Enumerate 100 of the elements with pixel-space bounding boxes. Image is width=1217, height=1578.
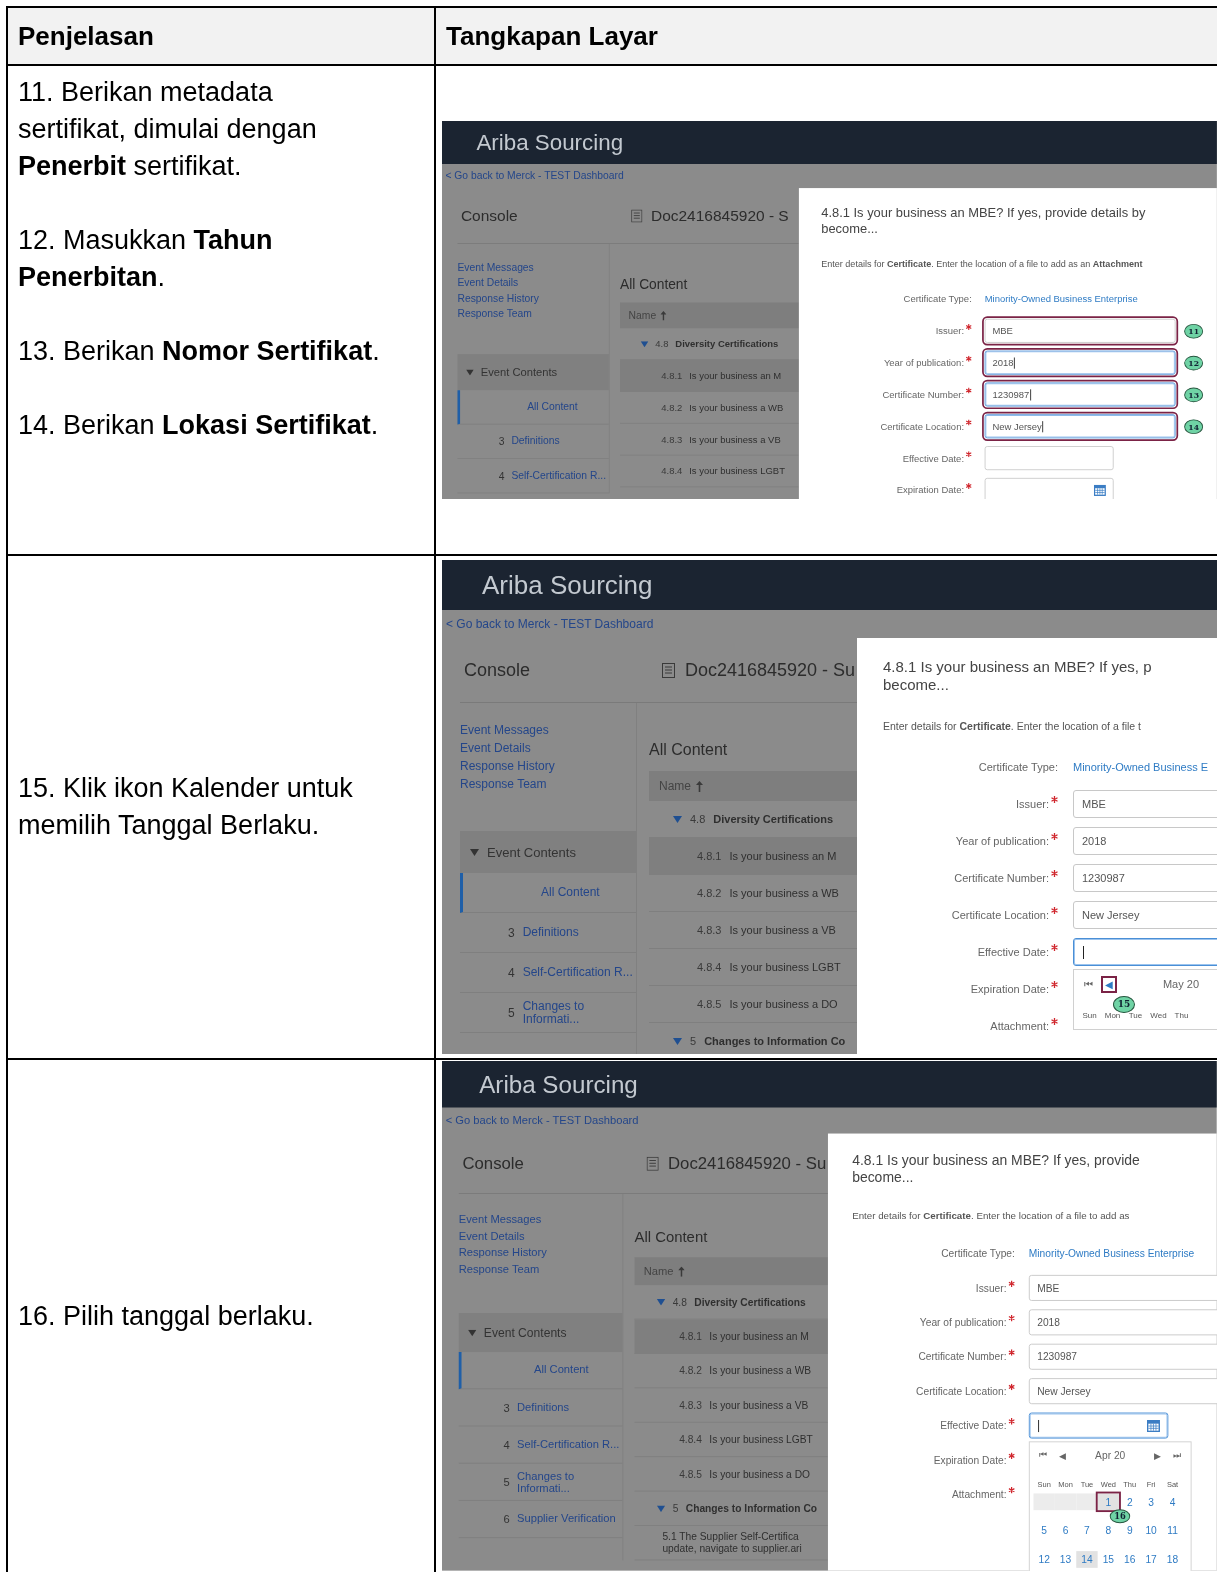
calendar-day[interactable]: 7: [1076, 1522, 1098, 1540]
input-field[interactable]: 1230987: [1073, 864, 1217, 892]
sidebar-link[interactable]: Event Details: [457, 276, 609, 289]
nav-item[interactable]: 3 Definitions: [458, 1389, 623, 1427]
sidebar-link[interactable]: Event Messages: [460, 723, 636, 737]
tree-item-row[interactable]: 4.8.1 Is your business an M: [649, 838, 857, 875]
calendar-day[interactable]: 2: [1119, 1493, 1141, 1511]
event-contents-header[interactable]: Event Contents: [458, 1313, 623, 1353]
nav-item-label[interactable]: Self-Certification R...: [522, 966, 633, 979]
input-field[interactable]: 1230987: [984, 382, 1176, 407]
input-field[interactable]: New Jersey: [1073, 901, 1217, 929]
tree-item-row[interactable]: 4.8.2 Is your business a WB: [634, 1354, 828, 1389]
tree-section-row[interactable]: 4.8 Diversity Certifications: [620, 328, 799, 360]
sidebar-link[interactable]: Event Messages: [458, 1212, 623, 1226]
sidebar-link[interactable]: Event Details: [458, 1229, 623, 1243]
calendar-day[interactable]: 1: [1097, 1493, 1120, 1511]
tree-section-row[interactable]: 4.8 Diversity Certifications: [634, 1285, 828, 1320]
column-header-bar[interactable]: Name: [634, 1257, 828, 1286]
nav-item[interactable]: All Content: [460, 873, 636, 913]
sidebar-link[interactable]: Event Messages: [457, 261, 609, 273]
calendar-day[interactable]: 10: [1140, 1522, 1162, 1540]
nav-item[interactable]: 4 Self-Certification R...: [457, 458, 609, 494]
calendar-day[interactable]: 14: [1076, 1551, 1098, 1569]
calendar-day[interactable]: 16: [1119, 1551, 1141, 1569]
nav-item[interactable]: 4 Self-Certification R...: [458, 1426, 623, 1464]
nav-item-label[interactable]: Definitions: [522, 926, 579, 939]
calendar-day[interactable]: 9: [1119, 1522, 1141, 1540]
column-name[interactable]: Name: [659, 779, 691, 793]
nav-item-label[interactable]: Self-Certification R...: [517, 1438, 620, 1451]
tree-item-row[interactable]: 4.8.3 Is your business a VB: [620, 423, 799, 456]
calendar-day[interactable]: 4: [1161, 1493, 1184, 1511]
calendar-day[interactable]: 12: [1033, 1551, 1055, 1569]
column-name[interactable]: Name: [643, 1264, 674, 1278]
nav-item-label[interactable]: Self-Certification R...: [511, 469, 607, 482]
input-field[interactable]: MBE: [984, 318, 1176, 343]
tree-item-row[interactable]: 4.8.3 Is your business a VB: [634, 1388, 828, 1423]
tree-item-row[interactable]: 4.8.4 Is your business LGBT: [634, 1422, 828, 1458]
input-field[interactable]: 2018: [984, 350, 1176, 375]
input-field[interactable]: 1230987: [1028, 1343, 1217, 1370]
input-field[interactable]: [1073, 938, 1217, 966]
certificate-type-link[interactable]: Minority-Owned Business E: [1073, 761, 1209, 773]
calendar-nav-button[interactable]: ⏮: [1082, 977, 1095, 991]
nav-item-label[interactable]: Definitions: [511, 435, 560, 447]
calendar-nav-button[interactable]: ⏭: [1171, 1449, 1184, 1462]
calendar-nav-button[interactable]: ▶: [1152, 1449, 1164, 1462]
nav-item[interactable]: 3 Definitions: [460, 913, 636, 953]
tree-item-row[interactable]: 5.1 The Supplier Self-Certifica update, navigate to supplier.ari: [634, 1526, 828, 1561]
input-field[interactable]: [984, 477, 1114, 500]
calendar-day[interactable]: 18: [1161, 1551, 1184, 1569]
tree-item-row[interactable]: 4.8.2 Is your business a WB: [620, 391, 799, 424]
calendar-nav-button[interactable]: ◀: [1056, 1449, 1068, 1462]
event-contents-header[interactable]: Event Contents: [460, 831, 636, 873]
sidebar-link[interactable]: Response Team: [457, 307, 609, 320]
calendar-icon[interactable]: [1146, 1419, 1160, 1432]
nav-item[interactable]: All Content: [458, 1352, 623, 1390]
nav-item[interactable]: 4 Self-Certification R...: [460, 953, 636, 993]
nav-item-label[interactable]: All Content: [541, 886, 600, 899]
input-field[interactable]: New Jersey: [1028, 1378, 1217, 1405]
input-field[interactable]: [984, 445, 1114, 470]
back-link[interactable]: < Go back to Merck - TEST Dashboard: [445, 1114, 639, 1128]
calendar-nav-button[interactable]: ◀: [1103, 977, 1115, 991]
calendar-day[interactable]: 5: [1033, 1522, 1055, 1540]
nav-item-label[interactable]: All Content: [534, 1364, 589, 1377]
tree-item-row[interactable]: 4.8.1 Is your business an M: [634, 1319, 828, 1355]
calendar-day[interactable]: 6: [1054, 1522, 1077, 1540]
nav-item-label[interactable]: Changes to Informati...: [517, 1469, 623, 1495]
calendar-day[interactable]: 13: [1054, 1551, 1077, 1569]
sidebar-link[interactable]: Response History: [457, 291, 609, 304]
certificate-type-link[interactable]: Minority-Owned Business Enterprise: [984, 293, 1138, 304]
calendar-icon[interactable]: [1093, 484, 1106, 496]
input-field[interactable]: New Jersey: [984, 414, 1176, 439]
nav-item[interactable]: 3 Definitions: [457, 424, 609, 459]
nav-item-label[interactable]: Supplier Verification: [517, 1513, 616, 1526]
nav-item-label[interactable]: Changes to Informati...: [522, 999, 636, 1026]
input-field[interactable]: 2018: [1073, 827, 1217, 855]
calendar-nav-button[interactable]: ⏮: [1037, 1449, 1050, 1462]
sidebar-link[interactable]: Response Team: [458, 1263, 623, 1276]
input-field[interactable]: [1028, 1412, 1169, 1439]
back-link[interactable]: < Go back to Merck - TEST Dashboard: [445, 169, 624, 182]
nav-item[interactable]: 6 Supplier Verification: [458, 1501, 623, 1539]
tree-item-row[interactable]: 4.8.1 Is your business an M: [620, 359, 799, 392]
tree-item-row[interactable]: 4.8.4 Is your business LGBT: [620, 455, 799, 488]
sidebar-link[interactable]: Response History: [460, 759, 636, 773]
calendar-day[interactable]: 8: [1097, 1522, 1120, 1540]
sidebar-link[interactable]: Response Team: [460, 777, 636, 791]
calendar-day[interactable]: 17: [1140, 1551, 1162, 1569]
column-header-bar[interactable]: Name: [649, 771, 857, 801]
tree-item-row[interactable]: 4.8.5 Is your business a DO: [634, 1457, 828, 1492]
nav-item[interactable]: All Content: [457, 390, 609, 425]
calendar-day[interactable]: 15: [1097, 1551, 1120, 1569]
input-field[interactable]: MBE: [1028, 1275, 1217, 1302]
certificate-type-link[interactable]: Minority-Owned Business Enterprise: [1028, 1248, 1195, 1260]
sidebar-link[interactable]: Event Details: [460, 741, 636, 755]
sidebar-link[interactable]: Response History: [458, 1246, 623, 1260]
input-field[interactable]: 2018: [1028, 1309, 1217, 1336]
column-header-bar[interactable]: Name: [620, 302, 799, 329]
calendar-day[interactable]: 11: [1161, 1522, 1184, 1540]
nav-item-label[interactable]: Definitions: [517, 1401, 570, 1414]
input-field[interactable]: MBE: [1073, 790, 1217, 818]
calendar-day[interactable]: 3: [1140, 1493, 1162, 1511]
